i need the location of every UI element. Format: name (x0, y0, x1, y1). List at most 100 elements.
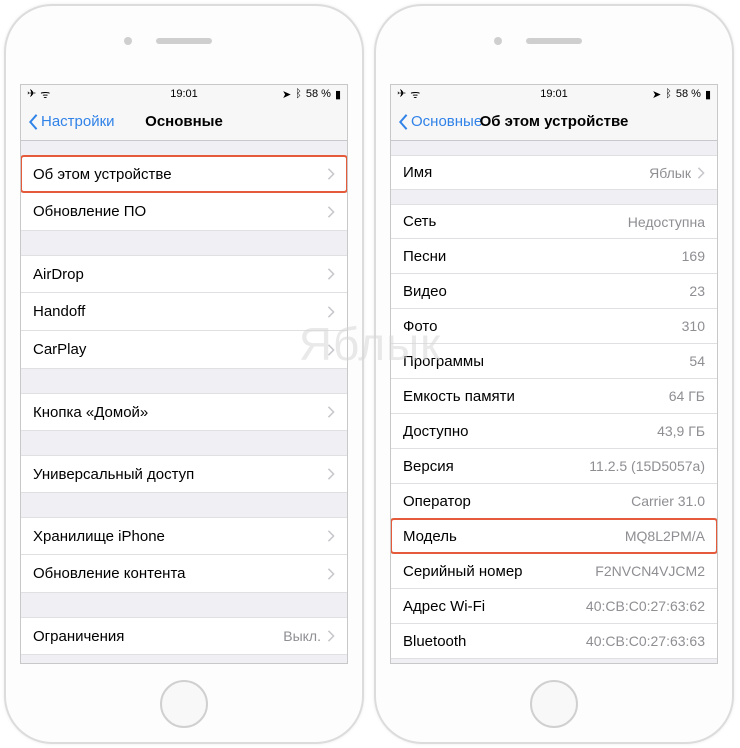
row-value: 43,9 ГБ (657, 423, 705, 439)
battery-pct: 58 % (306, 88, 331, 101)
screen-right: ✈︎ᯤ 19:01 ➤ᛒ58 %▮ Основные Об этом устро… (390, 84, 718, 664)
chevron-right-icon (327, 568, 335, 580)
row-value: 64 ГБ (669, 388, 705, 404)
status-bar: ✈︎ᯤ 19:01 ➤ᛒ58 %▮ (21, 85, 347, 103)
list-row[interactable]: Фото310 (391, 309, 717, 344)
row-label: Обновление ПО (33, 203, 321, 220)
row-label: Адрес Wi-Fi (403, 598, 586, 615)
home-button[interactable] (160, 680, 208, 728)
row-label: Фото (403, 318, 682, 335)
row-label: Емкость памяти (403, 388, 669, 405)
list-row[interactable]: AirDrop (21, 255, 347, 293)
battery-icon: ▮ (705, 88, 711, 101)
chevron-right-icon (327, 306, 335, 318)
phone-frame-right: ✈︎ᯤ 19:01 ➤ᛒ58 %▮ Основные Об этом устро… (374, 4, 734, 744)
nav-bar: Основные Об этом устройстве (391, 103, 717, 141)
row-value: 40:CB:C0:27:63:63 (586, 633, 705, 649)
row-label: Обновление контента (33, 565, 321, 582)
list-row[interactable]: Емкость памяти64 ГБ (391, 379, 717, 414)
row-value: Carrier 31.0 (631, 493, 705, 509)
list-row[interactable]: Обновление контента (21, 555, 347, 593)
airplane-icon: ✈︎ (27, 87, 36, 102)
chevron-right-icon (327, 468, 335, 480)
wifi-icon: ᯤ (410, 87, 420, 102)
row-value: 54 (689, 353, 705, 369)
speaker-slot (156, 38, 212, 44)
bluetooth-icon: ᛒ (295, 88, 302, 101)
row-label: Handoff (33, 303, 321, 320)
list-row[interactable]: ИмяЯблык (391, 155, 717, 190)
settings-list: Об этом устройстве Обновление ПО AirDrop H… (21, 141, 347, 655)
nav-bar: Настройки Основные (21, 103, 347, 141)
battery-icon: ▮ (335, 88, 341, 101)
chevron-right-icon (327, 530, 335, 542)
row-label: CarPlay (33, 341, 321, 358)
row-label: Доступно (403, 423, 657, 440)
list-row[interactable]: Доступно43,9 ГБ (391, 414, 717, 449)
camera-dot (124, 37, 132, 45)
row-label: Кнопка «Домой» (33, 404, 321, 421)
row-label: Хранилище iPhone (33, 528, 321, 545)
list-row[interactable]: Программы54 (391, 344, 717, 379)
chevron-right-icon (327, 168, 335, 180)
list-row[interactable]: СетьНедоступна (391, 204, 717, 239)
list-row[interactable]: ОграниченияВыкл. (21, 617, 347, 655)
screen-left: ✈︎ᯤ 19:01 ➤ᛒ58 %▮ Настройки Основные Об … (20, 84, 348, 664)
chevron-right-icon (327, 268, 335, 280)
list-row[interactable]: Об этом устройстве (21, 155, 347, 193)
list-row[interactable]: Bluetooth40:CB:C0:27:63:63 (391, 624, 717, 659)
row-label: Сеть (403, 213, 628, 230)
row-label: Видео (403, 283, 689, 300)
about-list: ИмяЯблык СетьНедоступнаПесни169Видео23Фо… (391, 141, 717, 659)
chevron-right-icon (697, 167, 705, 179)
list-row[interactable]: МодельMQ8L2PM/A (391, 519, 717, 554)
row-label: Оператор (403, 493, 631, 510)
speaker-slot (526, 38, 582, 44)
chevron-right-icon (327, 630, 335, 642)
chevron-right-icon (327, 206, 335, 218)
row-value: Выкл. (283, 628, 321, 644)
status-bar: ✈︎ᯤ 19:01 ➤ᛒ58 %▮ (391, 85, 717, 103)
phone-frame-left: ✈︎ᯤ 19:01 ➤ᛒ58 %▮ Настройки Основные Об … (4, 4, 364, 744)
row-label: Модель (403, 528, 625, 545)
list-row[interactable]: Песни169 (391, 239, 717, 274)
list-row[interactable]: Кнопка «Домой» (21, 393, 347, 431)
row-value: Яблык (649, 165, 691, 181)
list-row[interactable]: Обновление ПО (21, 193, 347, 231)
airplane-icon: ✈︎ (397, 87, 406, 102)
row-label: Имя (403, 164, 649, 181)
list-row[interactable]: Серийный номерF2NVCN4VJCM2 (391, 554, 717, 589)
list-row[interactable]: Хранилище iPhone (21, 517, 347, 555)
list-row[interactable]: Версия11.2.5 (15D5057a) (391, 449, 717, 484)
list-row[interactable]: ОператорCarrier 31.0 (391, 484, 717, 519)
list-row[interactable]: Универсальный доступ (21, 455, 347, 493)
list-row[interactable]: Handoff (21, 293, 347, 331)
row-value: Недоступна (628, 214, 705, 230)
row-label: Ограничения (33, 628, 283, 645)
row-value: 310 (682, 318, 705, 334)
location-icon: ➤ (282, 88, 291, 101)
row-value: 40:CB:C0:27:63:62 (586, 598, 705, 614)
chevron-right-icon (327, 344, 335, 356)
home-button[interactable] (530, 680, 578, 728)
camera-dot (494, 37, 502, 45)
list-row[interactable]: CarPlay (21, 331, 347, 369)
list-row[interactable]: Адрес Wi-Fi40:CB:C0:27:63:62 (391, 589, 717, 624)
row-value: 11.2.5 (15D5057a) (589, 458, 705, 474)
list-row[interactable]: Видео23 (391, 274, 717, 309)
row-value: MQ8L2PM/A (625, 528, 705, 544)
location-icon: ➤ (652, 88, 661, 101)
row-label: AirDrop (33, 266, 321, 283)
chevron-right-icon (327, 406, 335, 418)
row-value: 169 (682, 248, 705, 264)
bluetooth-icon: ᛒ (665, 88, 672, 101)
row-value: F2NVCN4VJCM2 (595, 563, 705, 579)
row-label: Универсальный доступ (33, 466, 321, 483)
row-label: Об этом устройстве (33, 166, 321, 183)
wifi-icon: ᯤ (40, 87, 50, 102)
row-label: Программы (403, 353, 689, 370)
row-value: 23 (689, 283, 705, 299)
row-label: Версия (403, 458, 589, 475)
page-title: Об этом устройстве (391, 103, 717, 140)
row-label: Серийный номер (403, 563, 595, 580)
